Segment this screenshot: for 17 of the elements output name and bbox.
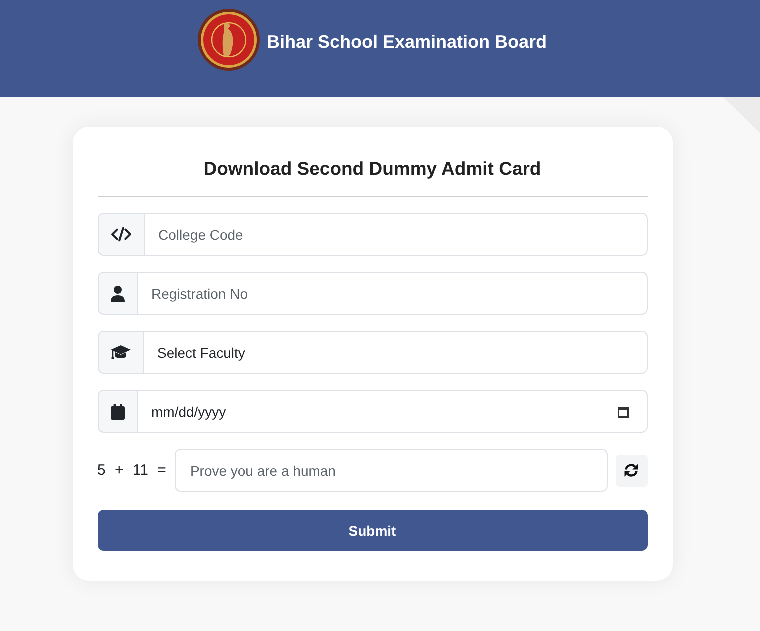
date-field[interactable]: mm/dd/yyyy xyxy=(138,390,648,433)
site-title: Bihar School Examination Board xyxy=(266,32,548,53)
submit-button[interactable]: Submit xyxy=(98,510,648,551)
code-icon xyxy=(110,227,132,242)
text-field[interactable]: College Code xyxy=(144,213,648,256)
person-icon xyxy=(110,286,124,302)
graduation-cap-icon xyxy=(110,345,130,360)
calendar-icon xyxy=(110,404,124,420)
faculty-select[interactable]: Select Faculty xyxy=(144,331,648,374)
text-field[interactable]: Registration No xyxy=(138,272,648,315)
round-seal-logo xyxy=(198,9,260,71)
captcha-question: 5 + 11 = xyxy=(98,462,166,479)
form-title: Download Second Dummy Admit Card xyxy=(202,157,542,181)
captcha-answer-field[interactable]: Prove you are a human xyxy=(175,449,608,492)
calendar-picker-icon xyxy=(618,406,628,418)
refresh-icon xyxy=(624,463,639,478)
refresh-button[interactable] xyxy=(616,454,648,486)
